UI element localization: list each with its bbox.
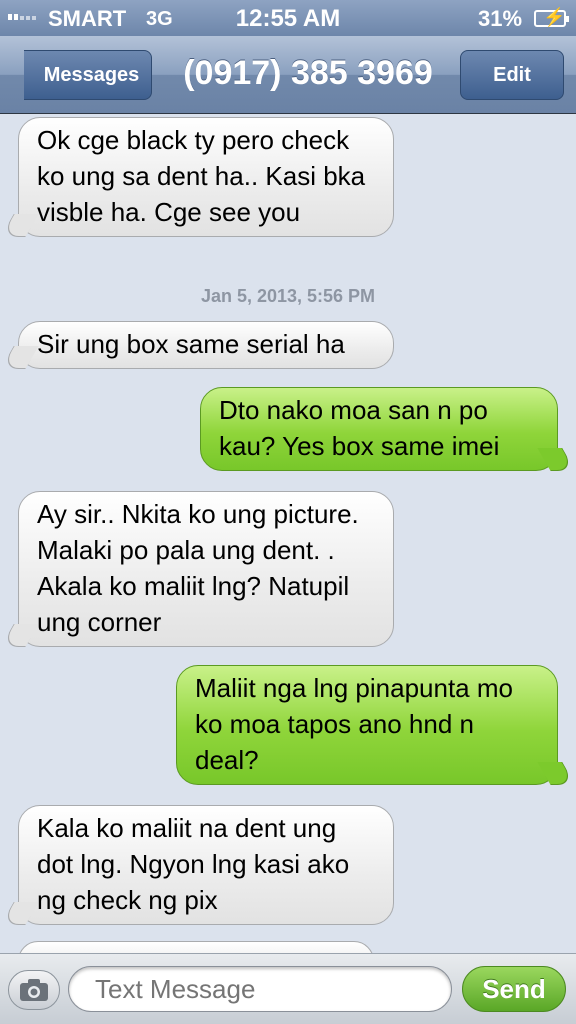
- back-button-label: Messages: [43, 63, 140, 86]
- status-bar: SMART 3G 12:55 AM 31% ⚡: [0, 0, 576, 36]
- message-text: Ok cge black ty pero check ko ung sa den…: [37, 125, 366, 227]
- outgoing-message[interactable]: Maliit nga lng pinapunta mo ko moa tapos…: [176, 665, 558, 785]
- send-button-label: Send: [482, 973, 546, 1004]
- camera-icon: [20, 979, 48, 1001]
- camera-button[interactable]: [8, 970, 60, 1010]
- edit-button-label: Edit: [493, 63, 531, 86]
- text-message-input[interactable]: [68, 966, 452, 1012]
- incoming-message[interactable]: [18, 941, 374, 953]
- message-text: Sir ung box same serial ha: [37, 329, 345, 359]
- incoming-message[interactable]: Kala ko maliit na dent ung dot lng. Ngyo…: [18, 805, 394, 925]
- message-text: Kala ko maliit na dent ung dot lng. Ngyo…: [37, 813, 350, 915]
- message-thread[interactable]: Ok cge black ty pero check ko ung sa den…: [0, 115, 576, 953]
- incoming-message[interactable]: Ay sir.. Nkita ko ung picture. Malaki po…: [18, 491, 394, 647]
- outgoing-message[interactable]: Dto nako moa san n po kau? Yes box same …: [200, 387, 558, 471]
- back-to-messages-button[interactable]: Messages: [24, 50, 152, 100]
- battery-charging-icon: ⚡: [534, 8, 569, 27]
- edit-button[interactable]: Edit: [460, 50, 564, 100]
- navigation-bar: Messages (0917) 385 3969 Edit: [0, 36, 576, 114]
- message-text: Maliit nga lng pinapunta mo ko moa tapos…: [195, 673, 513, 775]
- conversation-title: (0917) 385 3969: [183, 54, 433, 92]
- incoming-message[interactable]: Ok cge black ty pero check ko ung sa den…: [18, 117, 394, 237]
- compose-bar: Send: [0, 953, 576, 1024]
- message-text: Dto nako moa san n po kau? Yes box same …: [219, 395, 500, 461]
- message-timestamp: Jan 5, 2013, 5:56 PM: [200, 286, 376, 306]
- incoming-message[interactable]: Sir ung box same serial ha: [18, 321, 394, 369]
- battery-percentage: 31%: [478, 6, 523, 31]
- send-button[interactable]: Send: [462, 966, 566, 1012]
- message-text: Ay sir.. Nkita ko ung picture. Malaki po…: [37, 499, 359, 637]
